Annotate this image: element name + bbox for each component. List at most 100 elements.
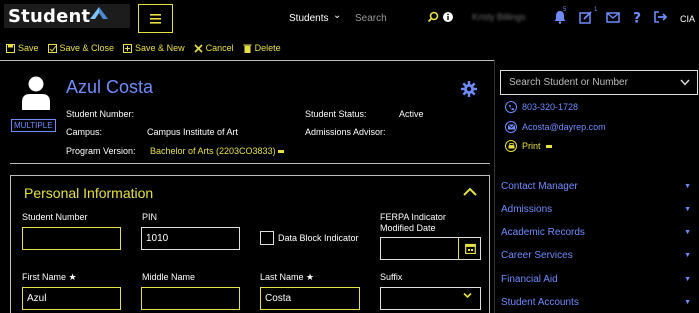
logo-mark-icon: [90, 7, 108, 19]
program-version-link[interactable]: Bachelor of Arts (2203CO3833): [150, 146, 284, 156]
middle-name-field[interactable]: [141, 287, 240, 310]
student-search-select[interactable]: Search Student or Number: [500, 70, 698, 95]
delete-label: Delete: [254, 43, 281, 53]
user-initials[interactable]: CIA: [680, 14, 695, 24]
toolbar-divider: [0, 60, 494, 61]
first-name-label-text: First Name: [22, 272, 67, 282]
sidebar-item-label: Career Services: [501, 249, 573, 261]
gear-icon[interactable]: [461, 81, 477, 97]
student-number-field-label: Student Number: [22, 212, 88, 222]
phone-value: 803-320-1728: [522, 102, 579, 112]
phone-link[interactable]: 803-320-1728: [505, 101, 578, 113]
phone-icon: [505, 101, 517, 113]
hamburger-icon: [150, 13, 161, 24]
sidebar-item-student-accounts[interactable]: Student Accounts ▼: [501, 294, 691, 310]
sidebar-item-academic-records[interactable]: Academic Records ▼: [501, 224, 691, 240]
required-star-icon: ★: [68, 272, 77, 282]
help-icon[interactable]: ?: [630, 10, 644, 25]
save-close-icon: [47, 43, 57, 53]
caret-down-icon: ▼: [684, 228, 691, 236]
student-status-value: Active: [399, 109, 424, 119]
save-new-icon: [123, 43, 133, 53]
last-name-field[interactable]: Costa: [260, 287, 360, 310]
sidebar-item-financial-aid[interactable]: Financial Aid ▼: [501, 271, 691, 287]
app-logo[interactable]: Student: [4, 4, 130, 28]
student-name: Azul Costa: [66, 77, 154, 97]
required-star-icon: ★: [306, 272, 315, 282]
pin-field-value: 1010: [146, 233, 169, 244]
first-name-field[interactable]: Azul: [22, 287, 121, 310]
print-button[interactable]: Print: [505, 140, 552, 152]
print-label: Print: [522, 141, 541, 151]
sidebar-item-label: Academic Records: [501, 226, 585, 238]
pin-label: PIN: [142, 212, 158, 222]
campus-value: Campus Institute of Art: [147, 127, 239, 137]
notification-count-badge: 5: [563, 7, 567, 13]
save-label: Save: [18, 43, 39, 53]
first-name-label: First Name ★: [22, 271, 77, 283]
caret-down-icon: ▼: [684, 251, 691, 259]
student-search-placeholder: Search Student or Number: [509, 77, 628, 88]
student-number-field[interactable]: [22, 227, 121, 250]
save-icon: [6, 43, 15, 53]
delete-button[interactable]: Delete: [243, 43, 281, 53]
caret-down-icon: ▼: [684, 182, 691, 190]
save-new-label: Save & New: [135, 43, 185, 53]
sign-out-icon[interactable]: [653, 10, 667, 24]
mail-icon[interactable]: [606, 10, 620, 24]
task-icon[interactable]: [579, 10, 593, 24]
cancel-label: Cancel: [205, 43, 234, 53]
data-block-checkbox[interactable]: [260, 231, 274, 245]
cancel-button[interactable]: Cancel: [194, 43, 234, 53]
printer-icon: [505, 140, 517, 152]
student-number-label: Student Number:: [66, 109, 135, 119]
caret-down-icon: ▼: [684, 205, 691, 213]
suffix-label: Suffix: [380, 272, 403, 282]
save-button[interactable]: Save: [6, 43, 39, 53]
panel-title: Personal Information: [24, 185, 154, 201]
chevron-down-icon[interactable]: [463, 292, 472, 299]
user-name[interactable]: Kristy Billings: [472, 12, 526, 22]
caret-down-icon: ▼: [684, 275, 691, 283]
global-search-input[interactable]: Search: [355, 13, 387, 24]
last-name-label: Last Name ★: [260, 271, 314, 283]
multiple-badge[interactable]: MULTIPLE: [11, 119, 56, 132]
data-block-label: Data Block Indicator: [278, 233, 359, 243]
dash-icon: [545, 144, 552, 148]
search-scope-select[interactable]: Students: [289, 13, 328, 24]
search-icon[interactable]: [427, 11, 439, 23]
save-close-label: Save & Close: [59, 43, 115, 53]
avatar: [22, 76, 50, 110]
action-toolbar: Save Save & Close Save & New Cancel Dele…: [0, 37, 699, 59]
email-value: Acosta@dayrep.com: [522, 122, 606, 132]
close-icon: [194, 43, 203, 53]
save-close-button[interactable]: Save & Close: [47, 43, 115, 53]
trash-icon: [243, 44, 252, 53]
sidebar-divider: [494, 60, 495, 313]
last-name-label-text: Last Name: [260, 272, 304, 282]
dash-icon: [277, 149, 284, 153]
program-version-label: Program Version:: [66, 146, 136, 156]
info-icon[interactable]: [443, 12, 453, 22]
hamburger-menu-button[interactable]: [138, 4, 173, 33]
sidebar-item-label: Student Accounts: [501, 296, 579, 308]
middle-name-label: Middle Name: [142, 272, 196, 282]
sidebar-item-career-services[interactable]: Career Services ▼: [501, 247, 691, 263]
sidebar-item-label: Admissions: [501, 203, 553, 215]
admissions-advisor-label: Admissions Advisor:: [305, 127, 386, 137]
calendar-button[interactable]: [458, 237, 481, 260]
task-count-badge: 1: [594, 7, 598, 13]
last-name-value: Costa: [265, 293, 292, 304]
pin-field[interactable]: 1010: [141, 227, 240, 250]
email-link[interactable]: Acosta@dayrep.com: [505, 121, 606, 133]
campus-label: Campus:: [66, 127, 103, 137]
caret-down-icon: ▼: [684, 298, 691, 306]
top-bar: Student Students ⌄ Search Kristy Billing…: [0, 0, 699, 36]
chevron-down-icon[interactable]: ⌄: [333, 10, 341, 21]
chevron-up-icon[interactable]: [463, 187, 477, 197]
sidebar-item-contact-manager[interactable]: Contact Manager ▼: [501, 178, 691, 194]
save-new-button[interactable]: Save & New: [123, 43, 185, 53]
ferpa-label-line2: Modified Date: [380, 223, 436, 233]
sidebar-item-admissions[interactable]: Admissions ▼: [501, 201, 691, 217]
chevron-down-icon[interactable]: [680, 79, 690, 86]
